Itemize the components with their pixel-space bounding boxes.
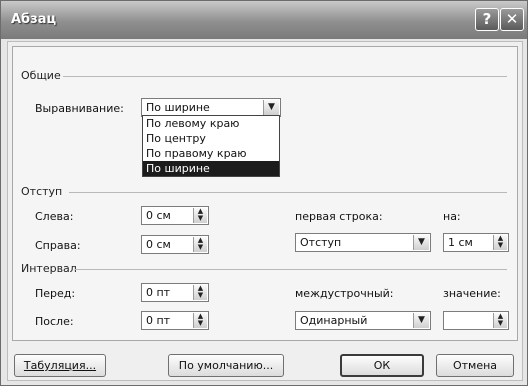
- spinner-arrows-icon[interactable]: ▲ ▼: [193, 313, 207, 328]
- spacing-value-spinner[interactable]: ▲ ▼: [443, 311, 509, 330]
- spinner-arrows-icon[interactable]: ▲ ▼: [493, 235, 507, 250]
- spacing-before-value: 0 пт: [146, 286, 171, 299]
- first-line-value: Отступ: [300, 236, 342, 249]
- section-indent-divider: [69, 192, 507, 193]
- alignment-dropdown-list[interactable]: По левому краю По центру По правому краю…: [142, 115, 280, 177]
- section-indent-label: Отступ: [21, 185, 63, 198]
- indent-by-label: на:: [443, 210, 461, 223]
- spacing-after-label: После:: [35, 315, 74, 328]
- alignment-option-justify[interactable]: По ширине: [143, 161, 279, 176]
- spacing-value-label: значение:: [443, 287, 501, 300]
- indent-right-label: Справа:: [35, 239, 81, 252]
- indent-by-spinner[interactable]: 1 см ▲ ▼: [443, 233, 509, 252]
- section-general-label: Общие: [21, 69, 61, 82]
- set-default-button-label: По умолчанию...: [178, 359, 274, 372]
- alignment-option-right[interactable]: По правому краю: [143, 146, 279, 161]
- section-spacing-divider: [75, 269, 507, 270]
- alignment-option-left[interactable]: По левому краю: [143, 116, 279, 131]
- indent-left-value: 0 см: [146, 209, 171, 222]
- section-spacing-label: Интервал: [21, 262, 77, 275]
- cancel-button[interactable]: Отмена: [436, 354, 514, 377]
- close-button[interactable]: ✕: [500, 8, 524, 31]
- indent-right-spinner[interactable]: 0 см ▲ ▼: [141, 235, 209, 254]
- spinner-arrows-icon[interactable]: ▲ ▼: [193, 285, 207, 300]
- alignment-select-value: По ширине: [146, 101, 210, 114]
- spinner-arrows-icon[interactable]: ▲ ▼: [493, 313, 507, 328]
- chevron-down-icon[interactable]: ▼: [413, 235, 429, 250]
- spacing-before-spinner[interactable]: 0 пт ▲ ▼: [141, 283, 209, 302]
- line-spacing-select[interactable]: Одинарный ▼: [295, 311, 431, 330]
- help-button[interactable]: ?: [475, 8, 499, 31]
- spacing-before-label: Перед:: [35, 287, 76, 300]
- set-default-button[interactable]: По умолчанию...: [168, 354, 284, 377]
- indent-left-label: Слева:: [35, 210, 74, 223]
- spacing-after-spinner[interactable]: 0 пт ▲ ▼: [141, 311, 209, 330]
- line-spacing-value: Одинарный: [300, 314, 368, 327]
- chevron-down-icon[interactable]: ▼: [413, 313, 429, 328]
- tabs-button-label: Табуляция...: [23, 359, 97, 372]
- alignment-label: Выравнивание:: [35, 102, 124, 115]
- spinner-arrows-icon[interactable]: ▲ ▼: [193, 208, 207, 223]
- dialog-client-area: Общие Выравнивание: По ширине ▼ Отступ С…: [7, 41, 523, 381]
- alignment-option-center[interactable]: По центру: [143, 131, 279, 146]
- title-bar: Абзац ? ✕: [1, 1, 527, 39]
- paragraph-dialog: Абзац ? ✕ Общие Выравнивание: По ширине …: [0, 0, 528, 386]
- tabs-button[interactable]: Табуляция...: [14, 354, 106, 377]
- chevron-down-icon[interactable]: ▼: [263, 100, 279, 115]
- line-spacing-label: междустрочный:: [295, 287, 394, 300]
- first-line-label: первая строка:: [295, 210, 383, 223]
- spacing-after-value: 0 пт: [146, 314, 171, 327]
- dialog-title: Абзац: [11, 12, 57, 27]
- section-general-divider: [63, 76, 507, 77]
- indent-by-value: 1 см: [448, 236, 473, 249]
- indent-left-spinner[interactable]: 0 см ▲ ▼: [141, 206, 209, 225]
- cancel-button-label: Отмена: [452, 359, 498, 372]
- indent-right-value: 0 см: [146, 238, 171, 251]
- ok-button-label: ОК: [373, 359, 391, 372]
- first-line-select[interactable]: Отступ ▼: [295, 233, 431, 252]
- indents-spacing-panel: Общие Выравнивание: По ширине ▼ Отступ С…: [12, 46, 518, 341]
- spinner-arrows-icon[interactable]: ▲ ▼: [193, 237, 207, 252]
- ok-button[interactable]: ОК: [340, 354, 424, 377]
